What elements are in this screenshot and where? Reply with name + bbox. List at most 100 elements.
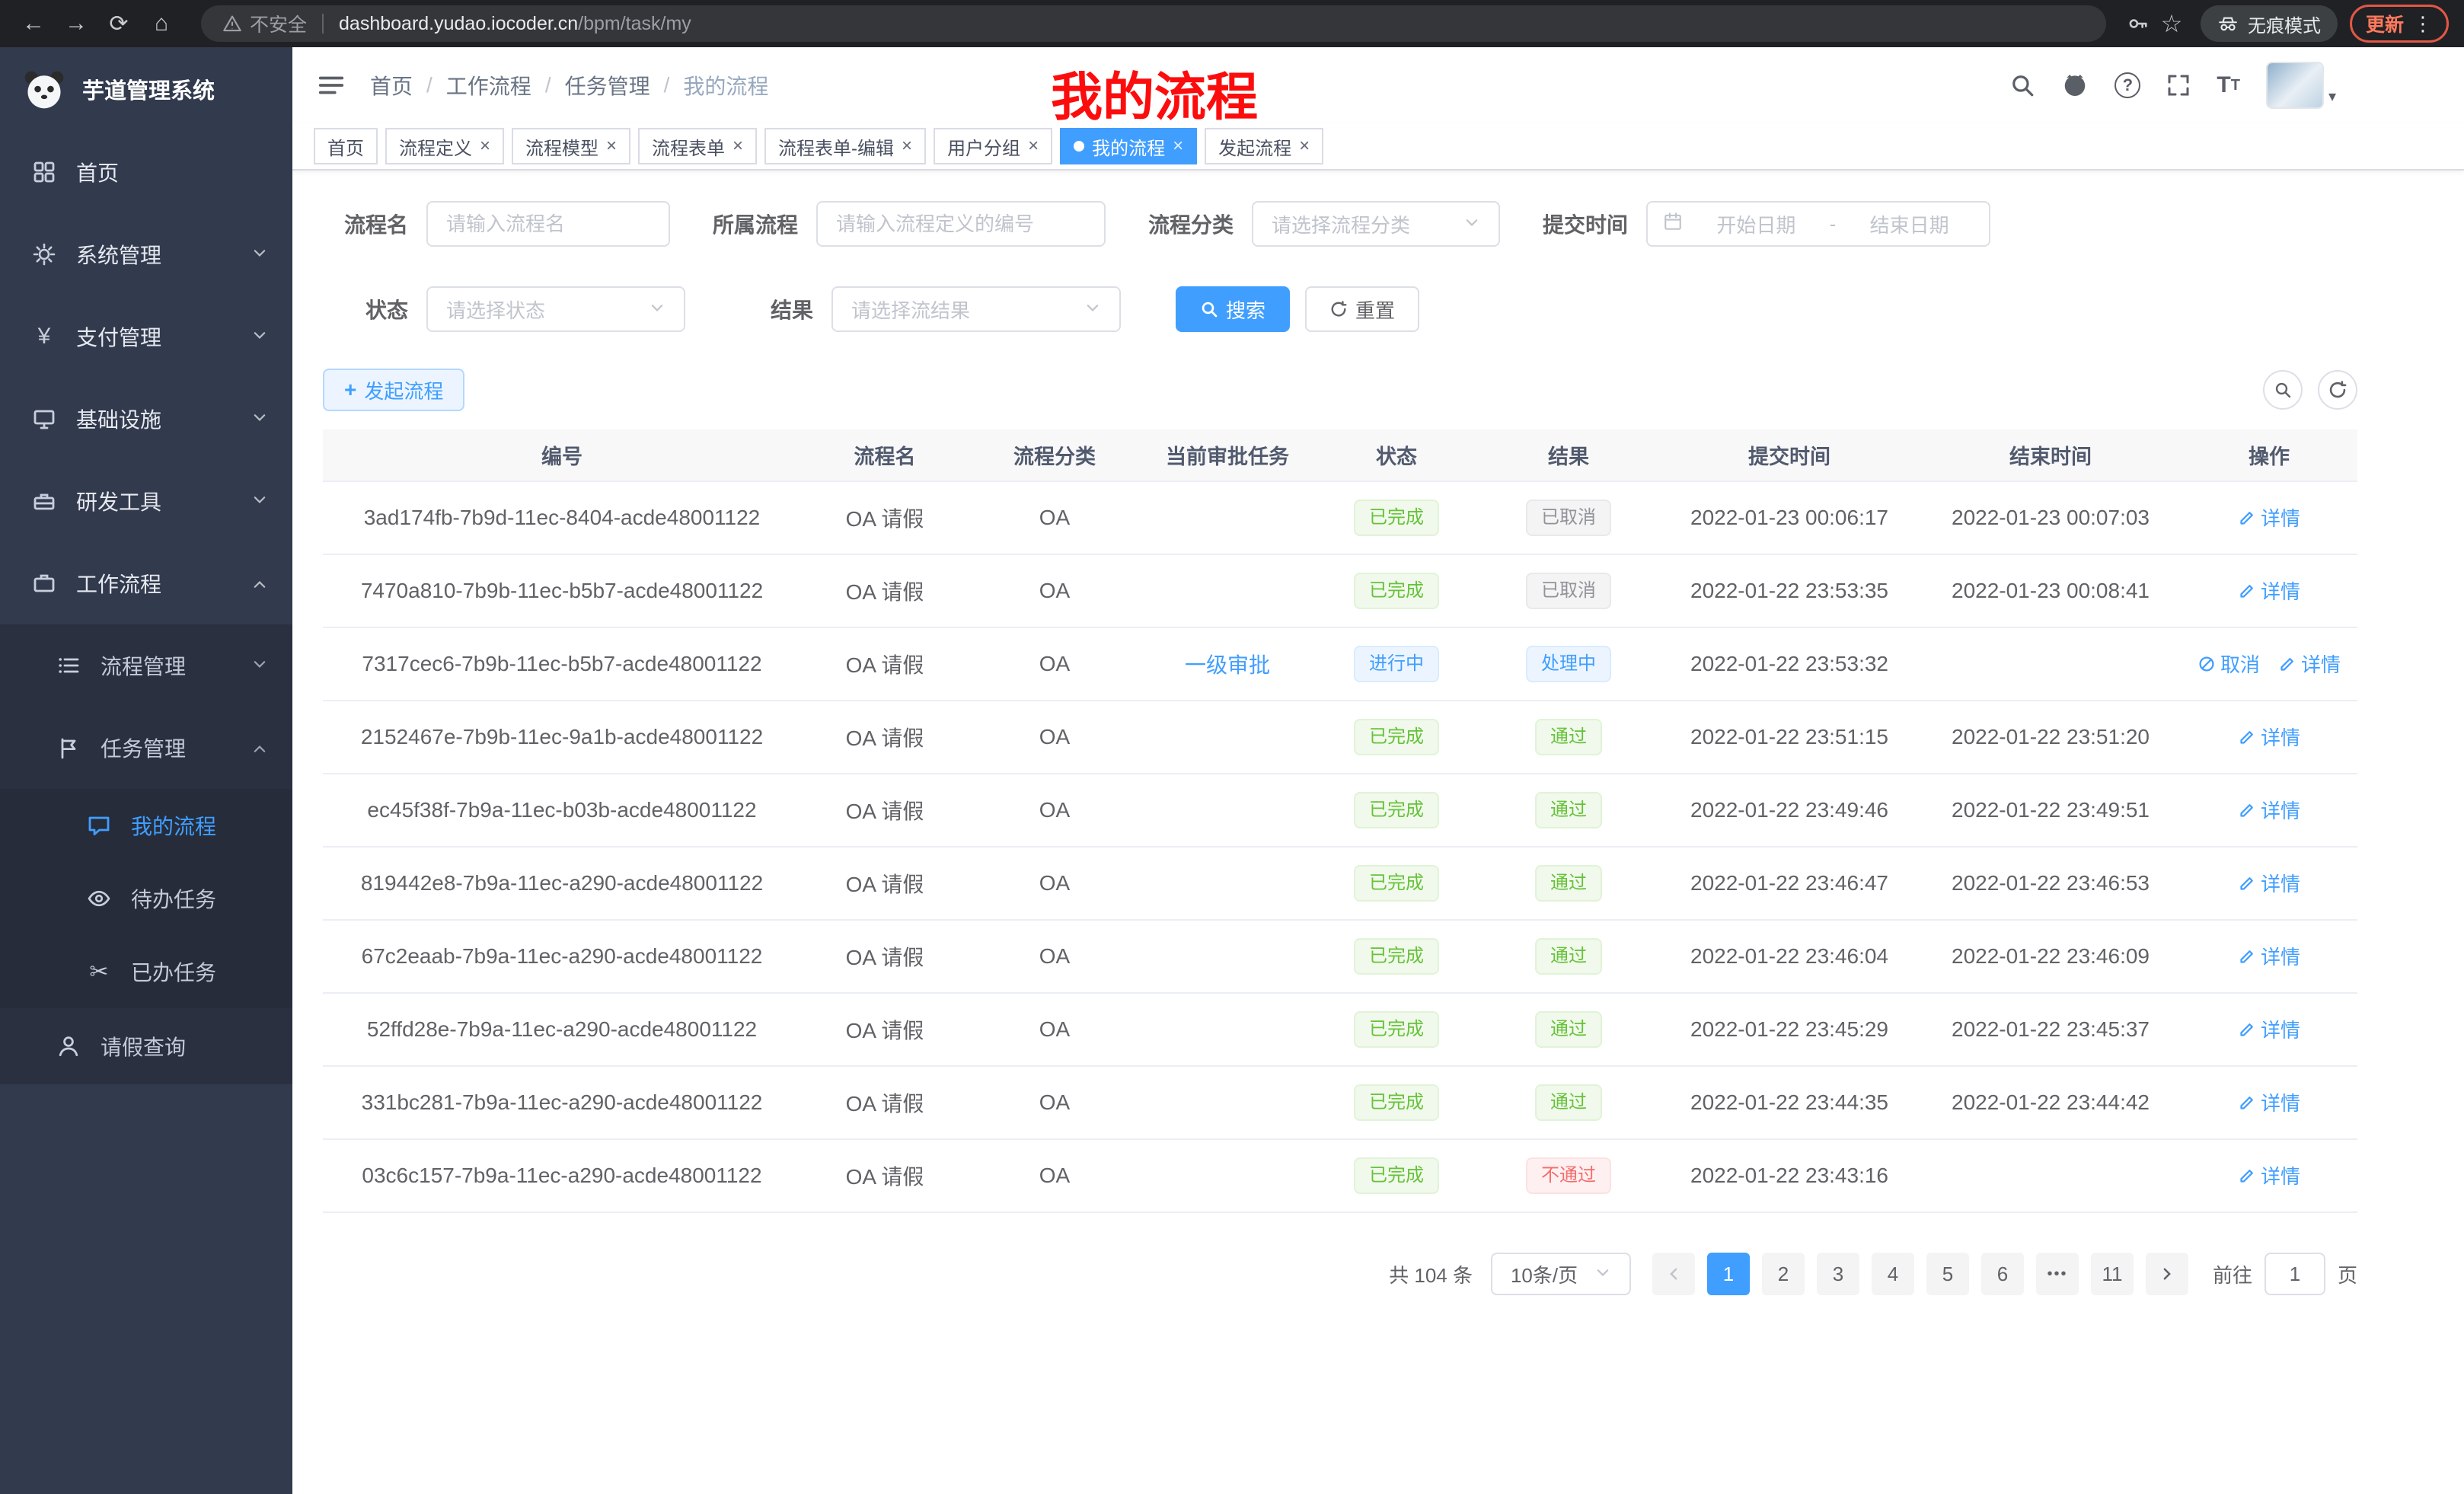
sidebar-item-dev-tools[interactable]: 研发工具 [0,460,292,542]
close-icon[interactable]: × [480,137,490,155]
bookmark-star-icon[interactable]: ☆ [2155,7,2188,40]
forward-icon[interactable]: → [58,5,94,42]
detail-link[interactable]: 详情 [2238,1161,2300,1189]
page-button-3[interactable]: 3 [1817,1253,1859,1295]
detail-link[interactable]: 详情 [2238,796,2300,824]
next-page-button[interactable] [2146,1253,2188,1295]
help-icon[interactable]: ? [2115,72,2140,98]
address-bar[interactable]: 不安全 dashboard.yudao.iocoder.cn/bpm/task/… [201,5,2106,42]
sidebar-item-my-process[interactable]: 我的流程 [0,789,292,862]
result-badge: 已取消 [1526,573,1611,609]
result-select[interactable]: 请选择流结果 [831,286,1121,332]
incognito-label: 无痕模式 [2248,11,2321,37]
sidebar-item-todo-tasks[interactable]: 待办任务 [0,862,292,935]
key-icon[interactable] [2121,7,2155,40]
search-icon[interactable] [2009,72,2035,98]
menu-dots-icon[interactable]: ⋮ [2413,12,2433,36]
page-size-select[interactable]: 10条/页 [1491,1253,1631,1295]
close-icon[interactable]: × [1028,137,1039,155]
hamburger-icon[interactable] [317,71,346,100]
process-name-input[interactable] [426,201,670,247]
home-icon[interactable]: ⌂ [143,5,180,42]
cell-id: 819442e8-7b9a-11ec-a290-acde48001122 [323,847,801,920]
sidebar-item-workflow[interactable]: 工作流程 [0,542,292,624]
sidebar-item-payment[interactable]: ¥ 支付管理 [0,295,292,378]
tab-process-model[interactable]: 流程模型× [512,128,630,164]
category-label: 流程分类 [1145,209,1234,239]
close-icon[interactable]: × [1299,137,1310,155]
update-button[interactable]: 更新 ⋮ [2350,5,2449,43]
detail-link[interactable]: 详情 [2238,1088,2300,1116]
page-button-2[interactable]: 2 [1762,1253,1805,1295]
prev-page-button[interactable] [1652,1253,1695,1295]
back-icon[interactable]: ← [15,5,52,42]
tab-process-form[interactable]: 流程表单× [638,128,757,164]
tab-user-group[interactable]: 用户分组× [934,128,1052,164]
github-icon[interactable] [2061,72,2089,99]
goto-page-input[interactable] [2265,1253,2325,1295]
detail-link[interactable]: 详情 [2238,1015,2300,1043]
tab-my-process[interactable]: 我的流程× [1060,128,1197,164]
breadcrumb-workflow[interactable]: 工作流程 [446,70,531,101]
search-toggle-button[interactable] [2263,370,2303,410]
close-icon[interactable]: × [732,137,743,155]
current-task-link[interactable]: 一级审批 [1185,653,1270,677]
column-header: 结束时间 [1920,429,2181,481]
detail-link[interactable]: 详情 [2238,869,2300,897]
close-icon[interactable]: × [1173,137,1183,155]
user-avatar[interactable]: ▾ [2266,62,2336,109]
result-badge: 通过 [1535,938,1602,975]
fullscreen-icon[interactable] [2166,73,2191,97]
cell-current-task [1141,920,1314,993]
tabs-bar: 首页 流程定义× 流程模型× 流程表单× 流程表单-编辑× 用户分组× 我的流程… [292,123,2464,171]
detail-link[interactable]: 详情 [2238,503,2300,532]
page-button-4[interactable]: 4 [1872,1253,1914,1295]
result-badge: 已取消 [1526,500,1611,536]
breadcrumb-task-mgmt[interactable]: 任务管理 [565,70,650,101]
detail-link[interactable]: 详情 [2278,650,2341,678]
submit-time-range[interactable]: 开始日期 - 结束日期 [1646,201,1990,247]
process-def-input[interactable] [816,201,1106,247]
sidebar-item-done-tasks[interactable]: ✂ 已办任务 [0,935,292,1008]
status-select[interactable]: 请选择状态 [426,286,685,332]
tab-process-form-edit[interactable]: 流程表单-编辑× [764,128,926,164]
sidebar-item-system[interactable]: 系统管理 [0,213,292,295]
detail-link[interactable]: 详情 [2238,723,2300,751]
status-label: 状态 [323,294,408,324]
more-pages-button[interactable]: ••• [2036,1253,2079,1295]
category-select[interactable]: 请选择流程分类 [1252,201,1500,247]
sidebar-item-process-mgmt[interactable]: 流程管理 [0,624,292,707]
page-button-1[interactable]: 1 [1707,1253,1750,1295]
reload-icon[interactable]: ⟳ [101,5,137,42]
page-button-11[interactable]: 11 [2091,1253,2134,1295]
sidebar-item-task-mgmt[interactable]: 任务管理 [0,707,292,789]
sidebar: 芋道管理系统 首页 系统管理 ¥ 支付管理 [0,47,292,1494]
app-title: 芋道管理系统 [82,73,215,105]
close-icon[interactable]: × [606,137,617,155]
browser-chrome: ← → ⟳ ⌂ 不安全 dashboard.yudao.iocoder.cn/b… [0,0,2464,47]
page-button-6[interactable]: 6 [1981,1253,2024,1295]
page-button-5[interactable]: 5 [1926,1253,1969,1295]
cell-current-task [1141,701,1314,774]
cell-result: 通过 [1479,701,1658,774]
sidebar-item-home[interactable]: 首页 [0,131,292,213]
search-button[interactable]: 搜索 [1176,286,1290,332]
tab-process-definition[interactable]: 流程定义× [385,128,504,164]
reset-button[interactable]: 重置 [1305,286,1419,332]
tab-home[interactable]: 首页 [314,128,378,164]
detail-link[interactable]: 详情 [2238,942,2300,970]
user-icon [55,1034,82,1058]
sidebar-item-infrastructure[interactable]: 基础设施 [0,378,292,460]
cell-id: 67c2eaab-7b9a-11ec-a290-acde48001122 [323,920,801,993]
font-size-icon[interactable]: TT [2217,72,2240,98]
sidebar-item-leave-query[interactable]: 请假查询 [0,1008,292,1084]
refresh-table-button[interactable] [2318,370,2357,410]
tab-start-process[interactable]: 发起流程× [1205,128,1323,164]
column-header: 流程名 [801,429,969,481]
cancel-link[interactable]: 取消 [2197,650,2260,678]
result-badge: 处理中 [1526,646,1611,682]
detail-link[interactable]: 详情 [2238,576,2300,605]
close-icon[interactable]: × [902,137,912,155]
start-process-button[interactable]: + 发起流程 [323,369,464,411]
breadcrumb-home[interactable]: 首页 [370,70,413,101]
